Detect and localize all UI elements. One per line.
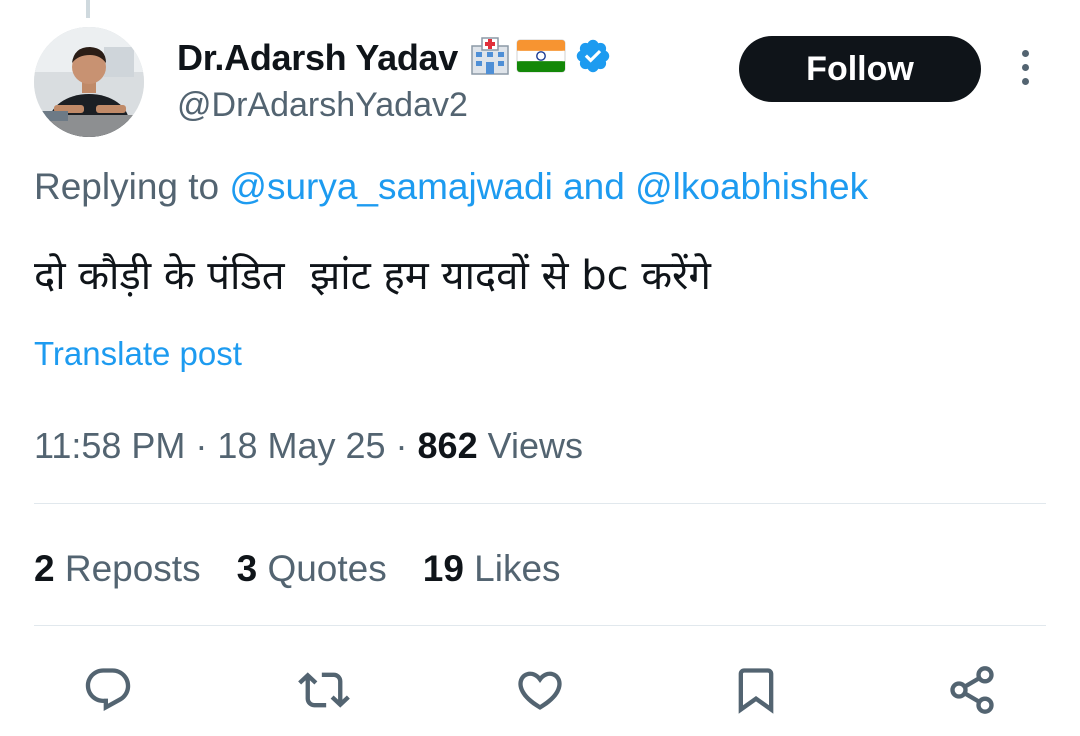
likes-stat[interactable]: 19 Likes [423, 548, 561, 590]
avatar[interactable] [34, 27, 144, 137]
verified-badge-icon[interactable] [574, 37, 612, 80]
likes-label: Likes [463, 548, 561, 589]
tweet-date[interactable]: 18 May 25 [217, 425, 385, 466]
replying-to-prefix: Replying to [34, 166, 230, 207]
meta-separator: · [185, 425, 218, 466]
more-vertical-icon[interactable] [1012, 50, 1038, 88]
mention-link-surya[interactable]: @surya_samajwadi [229, 166, 552, 207]
bookmark-icon[interactable] [728, 662, 784, 718]
quotes-label: Quotes [257, 548, 387, 589]
divider [34, 625, 1046, 626]
tweet-text: दो कौड़ी के पंडित झांट हम यादवों से bc क… [34, 253, 711, 299]
reposts-stat[interactable]: 2 Reposts [34, 548, 201, 590]
like-icon[interactable] [512, 662, 568, 718]
reposts-count: 2 [34, 548, 55, 589]
share-icon[interactable] [944, 662, 1000, 718]
author-handle[interactable]: @DrAdarshYadav2 [177, 86, 468, 125]
reposts-label: Reposts [54, 548, 201, 589]
translate-post-link[interactable]: Translate post [34, 335, 242, 373]
views-count: 862 [417, 425, 478, 466]
divider [34, 503, 1046, 504]
meta-separator: · [385, 425, 418, 466]
thread-connector-line [86, 0, 90, 18]
india-flag-emoji-icon [516, 38, 566, 79]
quotes-stat[interactable]: 3 Quotes [237, 548, 387, 590]
likes-count: 19 [422, 548, 464, 589]
mention-link-lkoabhishek[interactable]: @lkoabhishek [635, 166, 868, 207]
tweet-meta: 11:58 PM · 18 May 25 · 862 Views [34, 425, 583, 467]
views-label: Views [477, 425, 583, 466]
retweet-icon[interactable] [296, 662, 352, 718]
avatar-image [34, 27, 144, 137]
replying-to-line: Replying to @surya_samajwadi and @lkoabh… [34, 166, 868, 208]
reply-icon[interactable] [80, 662, 136, 718]
engagement-stats: 2 Reposts 3 Quotes 19 Likes [34, 548, 597, 590]
quotes-count: 3 [236, 548, 258, 589]
replying-to-joiner: and [552, 166, 636, 207]
hospital-emoji-icon [468, 36, 512, 81]
author-display-name[interactable]: Dr.Adarsh Yadav [177, 37, 458, 79]
follow-button[interactable]: Follow [739, 36, 981, 102]
author-name-row[interactable]: Dr.Adarsh Yadav [177, 36, 612, 81]
tweet-time[interactable]: 11:58 PM [34, 425, 185, 466]
